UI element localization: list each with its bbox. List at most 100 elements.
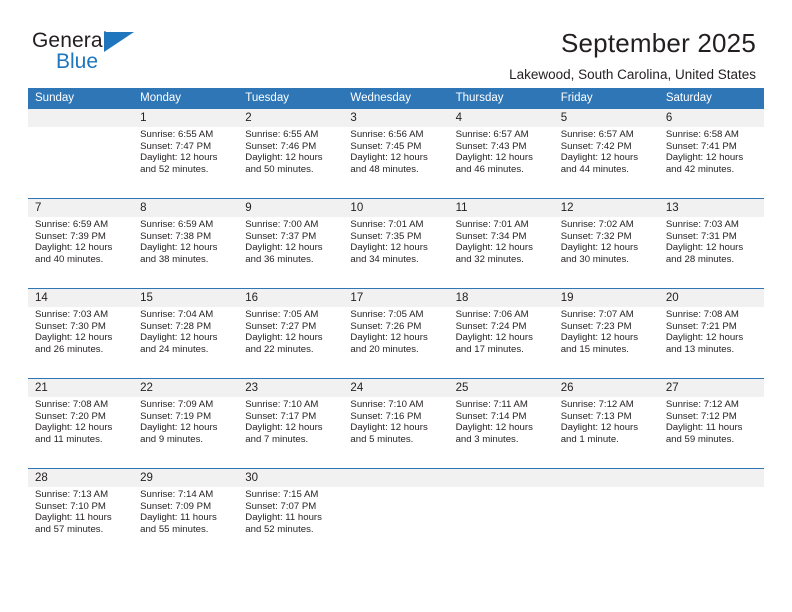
day-number[interactable]: 24 <box>343 379 449 397</box>
day-cell[interactable]: Sunrise: 7:08 AM Sunset: 7:21 PM Daylight:… <box>658 307 764 378</box>
day-number-empty <box>448 469 554 487</box>
day-number[interactable]: 21 <box>28 379 134 397</box>
day-cell[interactable]: Sunrise: 7:00 AM Sunset: 7:37 PM Daylight:… <box>238 217 344 288</box>
day-cell[interactable]: Sunrise: 7:09 AM Sunset: 7:19 PM Daylight:… <box>133 397 239 468</box>
sunrise-text: Sunrise: 6:57 AM <box>560 129 634 140</box>
day-cell[interactable]: Sunrise: 6:55 AM Sunset: 7:46 PM Daylight:… <box>238 127 344 198</box>
day-number[interactable]: 30 <box>238 469 344 487</box>
day-number-empty <box>28 109 134 127</box>
weekday-header-friday: Friday <box>553 88 659 109</box>
brand-logo[interactable]: General Blue <box>32 28 154 76</box>
day-cell[interactable]: Sunrise: 7:14 AM Sunset: 7:09 PM Daylight:… <box>133 487 239 558</box>
calendar-page: General Blue September 2025 Lakewood, So… <box>0 0 792 612</box>
day-number[interactable]: 9 <box>238 199 344 217</box>
sunrise-text: Sunrise: 7:09 AM <box>140 399 214 410</box>
sunset-text: Sunset: 7:34 PM <box>455 230 527 242</box>
day-cell-empty <box>553 487 659 558</box>
day-number[interactable]: 2 <box>238 109 344 127</box>
day-cell[interactable]: Sunrise: 6:55 AM Sunset: 7:47 PM Daylight:… <box>133 127 239 198</box>
daylight-text: Daylight: 12 hours and 42 minutes. <box>665 152 744 175</box>
day-cell[interactable]: Sunrise: 7:15 AM Sunset: 7:07 PM Daylight:… <box>238 487 344 558</box>
weekday-header-tuesday: Tuesday <box>238 88 344 109</box>
daylight-text: Daylight: 11 hours and 57 minutes. <box>35 512 112 535</box>
daylight-text: Daylight: 12 hours and 22 minutes. <box>245 332 323 355</box>
day-number[interactable]: 13 <box>658 199 764 217</box>
day-number[interactable]: 11 <box>448 199 554 217</box>
day-cell[interactable]: Sunrise: 6:57 AM Sunset: 7:42 PM Daylight:… <box>553 127 659 198</box>
day-cell-empty <box>448 487 554 558</box>
day-cell[interactable]: Sunrise: 7:12 AM Sunset: 7:13 PM Daylight:… <box>553 397 659 468</box>
sunset-text: Sunset: 7:14 PM <box>455 410 527 422</box>
day-number[interactable]: 6 <box>658 109 764 127</box>
day-number[interactable]: 14 <box>28 289 134 307</box>
daylight-text: Daylight: 12 hours and 40 minutes. <box>35 242 113 265</box>
sunrise-text: Sunrise: 7:08 AM <box>665 309 739 320</box>
day-cell[interactable]: Sunrise: 7:07 AM Sunset: 7:23 PM Daylight:… <box>553 307 659 378</box>
daylight-text: Daylight: 12 hours and 48 minutes. <box>350 152 428 175</box>
week-date-number-row: 28 29 30 <box>28 469 764 487</box>
week-date-number-row: 7 8 9 10 11 12 13 <box>28 199 764 217</box>
day-cell[interactable]: Sunrise: 6:59 AM Sunset: 7:39 PM Daylight:… <box>28 217 134 288</box>
day-number[interactable]: 7 <box>28 199 134 217</box>
daylight-text: Daylight: 12 hours and 17 minutes. <box>455 332 533 355</box>
week-date-number-row: 14 15 16 17 18 19 20 <box>28 289 764 307</box>
day-number[interactable]: 27 <box>658 379 764 397</box>
day-cell[interactable]: Sunrise: 7:05 AM Sunset: 7:27 PM Daylight:… <box>238 307 344 378</box>
day-cell[interactable]: Sunrise: 7:02 AM Sunset: 7:32 PM Daylight:… <box>553 217 659 288</box>
day-cell[interactable]: Sunrise: 7:11 AM Sunset: 7:14 PM Daylight:… <box>448 397 554 468</box>
day-cell[interactable]: Sunrise: 6:58 AM Sunset: 7:41 PM Daylight:… <box>658 127 764 198</box>
daylight-text: Daylight: 12 hours and 7 minutes. <box>245 422 323 445</box>
day-cell[interactable]: Sunrise: 6:56 AM Sunset: 7:45 PM Daylight:… <box>343 127 449 198</box>
daylight-text: Daylight: 12 hours and 50 minutes. <box>245 152 323 175</box>
day-number[interactable]: 3 <box>343 109 449 127</box>
day-number[interactable]: 8 <box>133 199 239 217</box>
day-cell[interactable]: Sunrise: 6:57 AM Sunset: 7:43 PM Daylight:… <box>448 127 554 198</box>
sunset-text: Sunset: 7:28 PM <box>140 320 212 332</box>
day-cell[interactable]: Sunrise: 7:12 AM Sunset: 7:12 PM Daylight:… <box>658 397 764 468</box>
sunset-text: Sunset: 7:13 PM <box>560 410 632 422</box>
day-number[interactable]: 19 <box>553 289 659 307</box>
sunset-text: Sunset: 7:16 PM <box>350 410 422 422</box>
day-cell[interactable]: Sunrise: 7:04 AM Sunset: 7:28 PM Daylight:… <box>133 307 239 378</box>
day-number[interactable]: 17 <box>343 289 449 307</box>
day-number[interactable]: 23 <box>238 379 344 397</box>
sunset-text: Sunset: 7:23 PM <box>560 320 632 332</box>
location-subtitle: Lakewood, South Carolina, United States <box>509 67 756 82</box>
day-cell[interactable]: Sunrise: 7:01 AM Sunset: 7:34 PM Daylight:… <box>448 217 554 288</box>
day-number[interactable]: 5 <box>553 109 659 127</box>
day-number[interactable]: 28 <box>28 469 134 487</box>
day-cell[interactable]: Sunrise: 7:08 AM Sunset: 7:20 PM Daylight:… <box>28 397 134 468</box>
day-number[interactable]: 12 <box>553 199 659 217</box>
day-cell[interactable]: Sunrise: 7:13 AM Sunset: 7:10 PM Daylight:… <box>28 487 134 558</box>
daylight-text: Daylight: 12 hours and 20 minutes. <box>350 332 428 355</box>
day-number[interactable]: 1 <box>133 109 239 127</box>
day-number[interactable]: 29 <box>133 469 239 487</box>
daylight-text: Daylight: 12 hours and 52 minutes. <box>140 152 218 175</box>
day-number[interactable]: 16 <box>238 289 344 307</box>
day-cell[interactable]: Sunrise: 7:06 AM Sunset: 7:24 PM Daylight:… <box>448 307 554 378</box>
day-cell[interactable]: Sunrise: 6:59 AM Sunset: 7:38 PM Daylight:… <box>133 217 239 288</box>
day-number[interactable]: 18 <box>448 289 554 307</box>
day-number[interactable]: 10 <box>343 199 449 217</box>
week-detail-row: Sunrise: 6:55 AM Sunset: 7:47 PM Daylight:… <box>28 127 764 198</box>
day-number[interactable]: 25 <box>448 379 554 397</box>
day-cell[interactable]: Sunrise: 7:03 AM Sunset: 7:30 PM Daylight:… <box>28 307 134 378</box>
day-cell[interactable]: Sunrise: 7:10 AM Sunset: 7:17 PM Daylight:… <box>238 397 344 468</box>
day-cell[interactable]: Sunrise: 7:10 AM Sunset: 7:16 PM Daylight:… <box>343 397 449 468</box>
daylight-text: Daylight: 12 hours and 44 minutes. <box>560 152 639 175</box>
sunrise-text: Sunrise: 7:00 AM <box>245 219 319 230</box>
title-block: September 2025 Lakewood, South Carolina,… <box>154 28 756 85</box>
day-number[interactable]: 15 <box>133 289 239 307</box>
daylight-text: Daylight: 12 hours and 1 minute. <box>560 422 639 445</box>
day-number[interactable]: 22 <box>133 379 239 397</box>
weekday-header-sunday: Sunday <box>28 88 134 109</box>
weekday-header-wednesday: Wednesday <box>343 88 449 109</box>
day-cell[interactable]: Sunrise: 7:03 AM Sunset: 7:31 PM Daylight:… <box>658 217 764 288</box>
sunrise-text: Sunrise: 6:58 AM <box>665 129 739 140</box>
day-number[interactable]: 20 <box>658 289 764 307</box>
day-number[interactable]: 4 <box>448 109 554 127</box>
sunset-text: Sunset: 7:45 PM <box>350 140 422 152</box>
day-number[interactable]: 26 <box>553 379 659 397</box>
day-cell[interactable]: Sunrise: 7:05 AM Sunset: 7:26 PM Daylight:… <box>343 307 449 378</box>
day-cell[interactable]: Sunrise: 7:01 AM Sunset: 7:35 PM Daylight:… <box>343 217 449 288</box>
